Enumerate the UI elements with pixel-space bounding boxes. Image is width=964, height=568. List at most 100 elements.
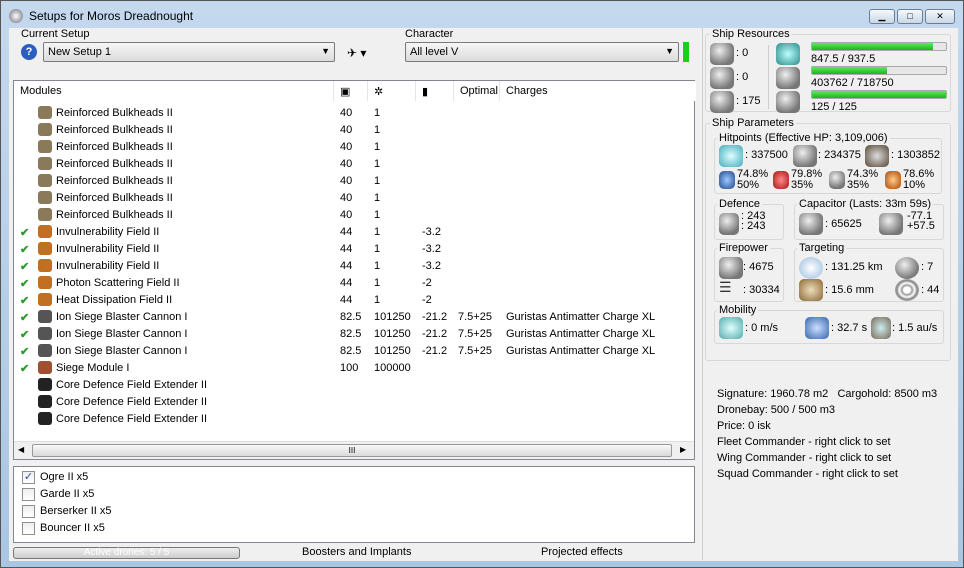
scan-resolution-icon: [895, 279, 919, 301]
module-row[interactable]: ✔ Heat Dissipation Field II 44 1 -2: [14, 292, 694, 309]
capacitor-recharge-icon: [879, 213, 903, 235]
ship-info-line[interactable]: Squad Commander - right click to set: [717, 466, 937, 482]
calibration-value: : 175: [736, 95, 761, 107]
explosive-resist-icon: [885, 171, 901, 189]
minimize-button[interactable]: ▁: [869, 9, 895, 24]
module-row[interactable]: ✔ Invulnerability Field II 44 1 -3.2: [14, 241, 694, 258]
module-name: Invulnerability Field II: [56, 226, 160, 238]
capacitor-group: Capacitor (Lasts: 33m 59s) : 65625 -77.1…: [794, 198, 944, 240]
active-check-icon[interactable]: ✔: [20, 226, 29, 239]
header-optimal[interactable]: Optimal: [454, 81, 500, 101]
module-name: Reinforced Bulkheads II: [56, 124, 173, 136]
module-capacitor: -21.2: [422, 328, 448, 340]
module-row[interactable]: Reinforced Bulkheads II 40 1: [14, 173, 694, 190]
module-row[interactable]: ✔ Siege Module I 100 100000: [14, 360, 694, 377]
module-row[interactable]: Reinforced Bulkheads II 40 1: [14, 139, 694, 156]
module-name: Invulnerability Field II: [56, 243, 160, 255]
module-name: Ion Siege Blaster Cannon I: [56, 328, 188, 340]
setup-select[interactable]: New Setup 1 ▼: [43, 42, 335, 62]
module-cpu: 100: [340, 362, 359, 374]
boosters-implants-tab[interactable]: Boosters and Implants: [302, 546, 411, 558]
module-capacitor: -3.2: [422, 226, 441, 238]
module-row[interactable]: Core Defence Field Extender II: [14, 394, 694, 411]
module-icon: [38, 157, 52, 170]
em-resist-icon: [719, 171, 735, 189]
max-velocity: : 0 m/s: [745, 322, 779, 334]
module-name: Reinforced Bulkheads II: [56, 141, 173, 153]
scroll-right-icon[interactable]: ▶: [680, 445, 686, 454]
active-check-icon[interactable]: ✔: [20, 345, 29, 358]
header-cpu-icon[interactable]: ▣: [334, 81, 368, 101]
header-charges[interactable]: Charges: [500, 81, 696, 101]
turret-hardpoint-icon: [710, 43, 734, 65]
scroll-left-icon[interactable]: ◀: [18, 445, 24, 454]
help-icon[interactable]: ?: [21, 44, 37, 60]
ship-resources-title: Ship Resources: [710, 28, 792, 40]
close-button[interactable]: ✕: [925, 9, 955, 24]
module-icon: [38, 191, 52, 204]
module-cpu: 40: [340, 107, 353, 119]
module-row[interactable]: ✔ Ion Siege Blaster Cannon I 82.5 101250…: [14, 309, 694, 326]
powergrid-value: 403762 / 718750: [811, 77, 894, 89]
active-check-icon[interactable]: ✔: [20, 277, 29, 290]
module-row[interactable]: Core Defence Field Extender II: [14, 377, 694, 394]
active-check-icon[interactable]: ✔: [20, 311, 29, 324]
align-time: : 32.7 s: [831, 322, 868, 334]
character-value: All level V: [410, 46, 459, 58]
header-capacitor-icon[interactable]: ▮: [416, 81, 454, 101]
active-check-icon[interactable]: ✔: [20, 362, 29, 375]
module-row[interactable]: Reinforced Bulkheads II 40 1: [14, 190, 694, 207]
mobility-group: Mobility : 0 m/s : 32.7 s : 1.5 au/s: [714, 304, 944, 344]
active-check-icon[interactable]: ✔: [20, 260, 29, 273]
module-row[interactable]: ✔ Ion Siege Blaster Cannon I 82.5 101250…: [14, 343, 694, 360]
drone-checkbox[interactable]: [22, 522, 35, 535]
module-row[interactable]: ✔ Ion Siege Blaster Cannon I 82.5 101250…: [14, 326, 694, 343]
module-cpu: 40: [340, 192, 353, 204]
module-row[interactable]: Reinforced Bulkheads II 40 1: [14, 105, 694, 122]
module-row[interactable]: Core Defence Field Extender II: [14, 411, 694, 428]
active-check-icon[interactable]: ✔: [20, 328, 29, 341]
module-name: Ion Siege Blaster Cannon I: [56, 311, 188, 323]
setup-tools-button[interactable]: ✈ ▾: [347, 46, 366, 60]
module-row[interactable]: ✔ Invulnerability Field II 44 1 -3.2: [14, 224, 694, 241]
em-resist-base: 50%: [737, 179, 760, 191]
projected-effects-tab[interactable]: Projected effects: [541, 546, 623, 558]
signature-resolution-icon: [799, 279, 823, 301]
module-powergrid: 1: [374, 209, 381, 221]
active-check-icon[interactable]: ✔: [20, 243, 29, 256]
module-powergrid: 1: [374, 192, 381, 204]
scroll-thumb[interactable]: III: [32, 444, 672, 457]
maximize-button[interactable]: □: [897, 9, 923, 24]
module-row[interactable]: Reinforced Bulkheads II 40 1: [14, 156, 694, 173]
kinetic-resist-base: 35%: [847, 179, 870, 191]
ship-info-line[interactable]: Wing Commander - right click to set: [717, 450, 937, 466]
module-row[interactable]: ✔ Invulnerability Field II 44 1 -3.2: [14, 258, 694, 275]
module-row[interactable]: Reinforced Bulkheads II 40 1: [14, 122, 694, 139]
module-cpu: 82.5: [340, 328, 362, 340]
drone-checkbox[interactable]: ✓: [22, 471, 35, 484]
character-select[interactable]: All level V ▼: [405, 42, 679, 62]
module-row[interactable]: ✔ Photon Scattering Field II 44 1 -2: [14, 275, 694, 292]
module-row[interactable]: Reinforced Bulkheads II 40 1: [14, 207, 694, 224]
ship-parameters-title: Ship Parameters: [710, 117, 796, 129]
header-modules[interactable]: Modules: [14, 81, 334, 101]
defence-group: Defence : 243: 243: [714, 198, 784, 240]
shield-hp: : 337500: [745, 149, 788, 161]
armor-hp: : 234375: [818, 149, 861, 161]
drone-checkbox[interactable]: [22, 488, 35, 501]
ship-parameters: Ship Parameters Hitpoints (Effective HP:…: [705, 117, 951, 361]
header-power-icon[interactable]: ✲: [368, 81, 416, 101]
launcher-slots: : 0: [736, 71, 749, 83]
defence-title: Defence: [717, 198, 762, 210]
module-name: Invulnerability Field II: [56, 260, 160, 272]
kinetic-resist-icon: [829, 171, 845, 189]
module-cpu: 44: [340, 294, 353, 306]
ship-info-line[interactable]: Fleet Commander - right click to set: [717, 434, 937, 450]
modules-list[interactable]: Modules ▣ ✲ ▮ Optimal Charges Reinforced…: [13, 80, 696, 460]
drone-checkbox[interactable]: [22, 505, 35, 518]
module-name: Reinforced Bulkheads II: [56, 209, 173, 221]
horizontal-scrollbar[interactable]: ◀ III ▶: [14, 441, 694, 459]
explosive-resist-base: 10%: [903, 179, 926, 191]
setup-value: New Setup 1: [48, 46, 111, 58]
active-check-icon[interactable]: ✔: [20, 294, 29, 307]
